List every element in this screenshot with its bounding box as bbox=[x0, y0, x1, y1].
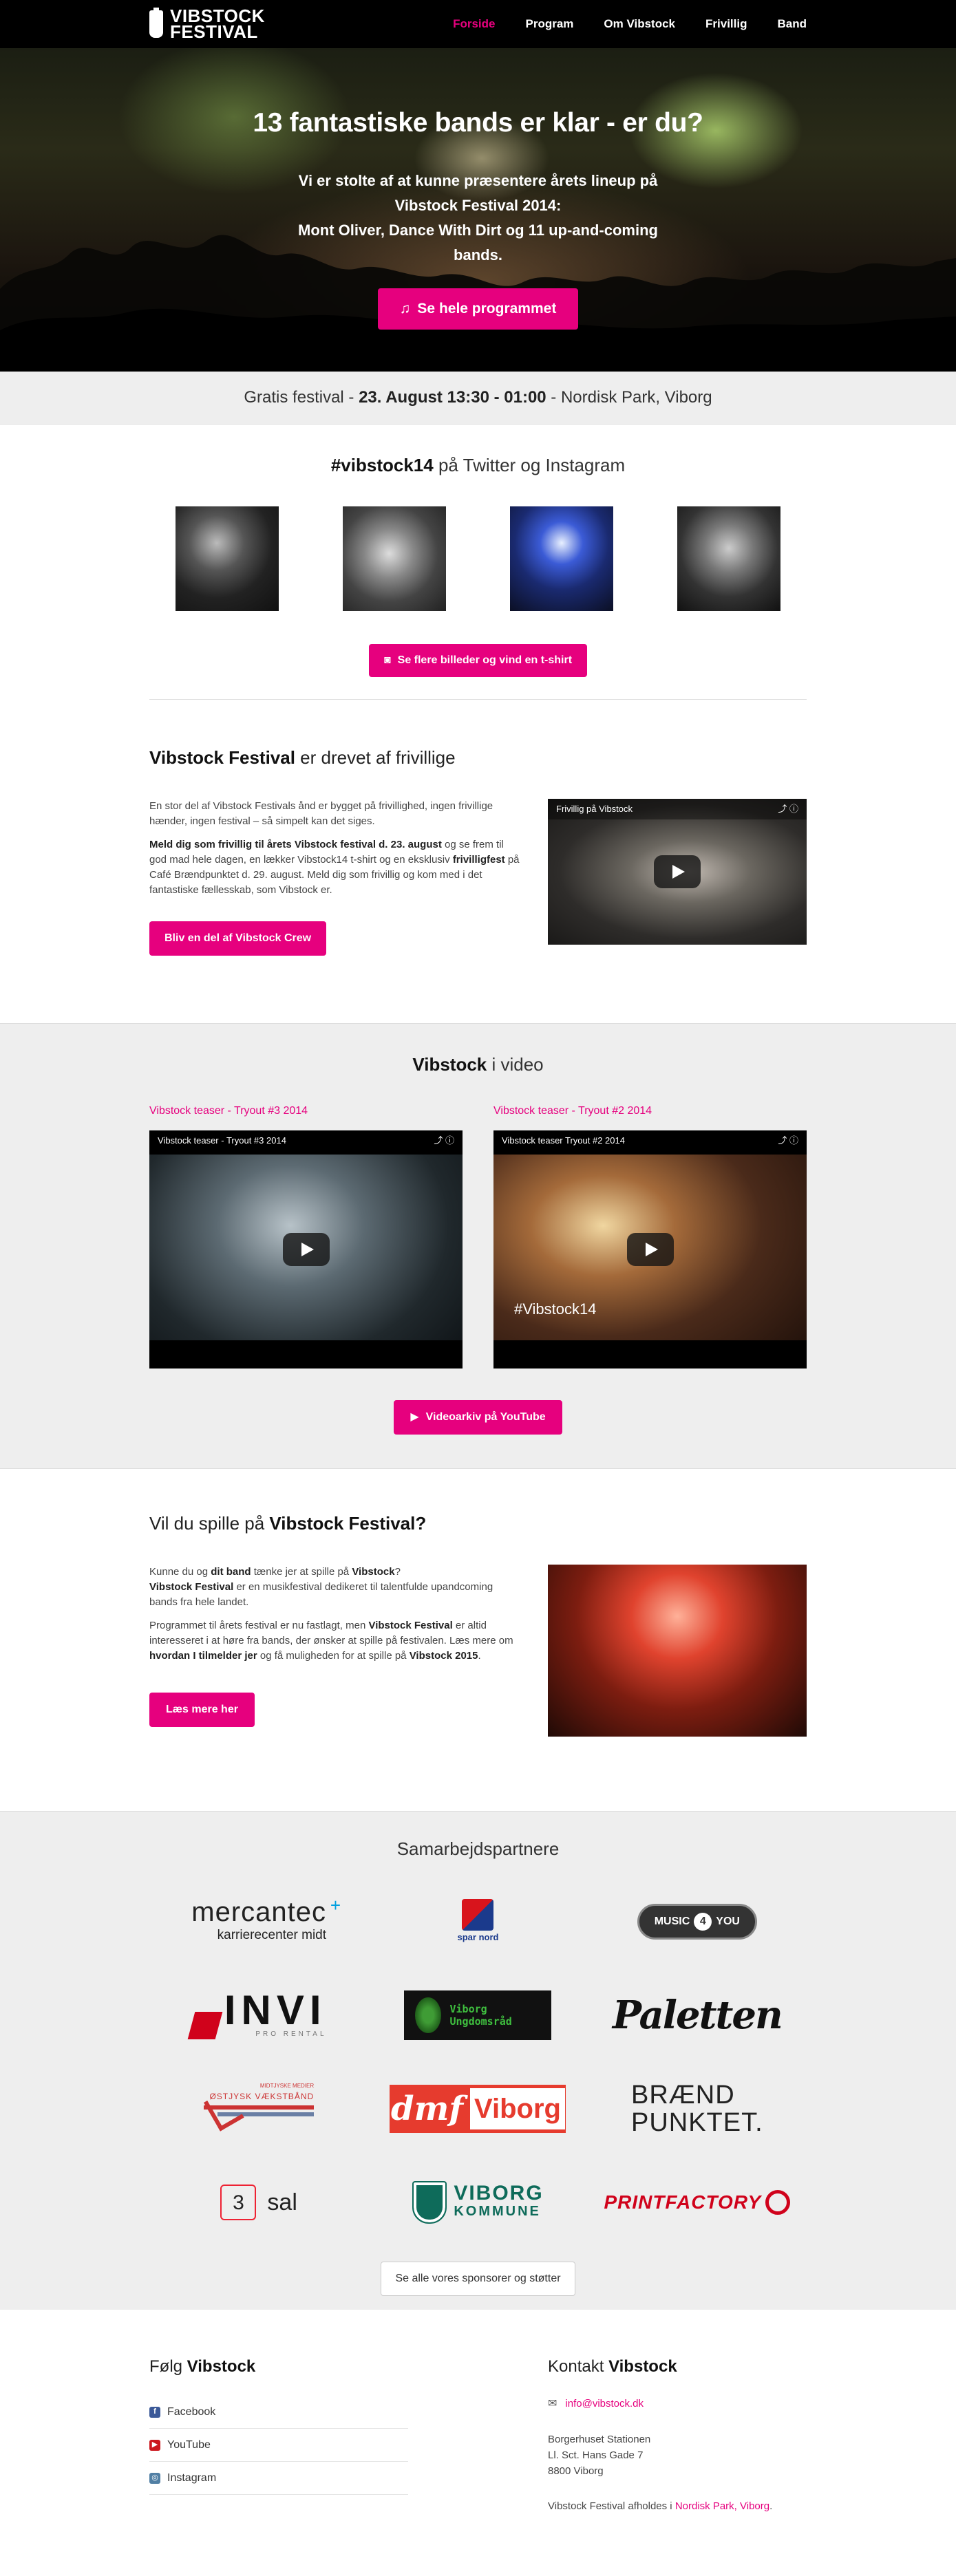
info-prefix: Gratis festival - bbox=[244, 388, 359, 407]
invi-text: INVI bbox=[224, 1986, 327, 2033]
share-info-icon[interactable]: ⤴ ⓘ bbox=[434, 1134, 454, 1148]
address-line-1: Borgerhuset Stationen bbox=[548, 2434, 651, 2445]
follow-title: Følg Vibstock bbox=[149, 2357, 256, 2376]
see-program-label: Se hele programmet bbox=[417, 300, 557, 316]
hero-section: 13 fantastiske bands er klar - er du? Vi… bbox=[0, 0, 956, 372]
instagram-photo[interactable] bbox=[677, 506, 780, 611]
spar-nord-text: spar nord bbox=[457, 1932, 499, 1943]
hero-text-line2: Mont Oliver, Dance With Dirt og 11 up-an… bbox=[298, 221, 658, 264]
venue-link[interactable]: Nordisk Park, Viborg bbox=[675, 2500, 769, 2512]
instagram-photo[interactable] bbox=[343, 506, 446, 611]
hero-text-line1: Vi er stolte af at kunne præsentere året… bbox=[298, 171, 658, 214]
main-menu: Forside Program Om Vibstock Frivillig Ba… bbox=[453, 15, 807, 33]
address-line-2: Ll. Sct. Hans Gade 7 bbox=[548, 2449, 644, 2461]
video-player-tryout2[interactable]: Vibstock teaser Tryout #2 2014 ⤴ ⓘ #Vibst… bbox=[493, 1130, 807, 1368]
partners-section: Samarbejdspartnere mercantec + karrierece… bbox=[0, 1811, 956, 2310]
play-icon[interactable] bbox=[282, 1233, 330, 1266]
partner-logo-music-4-you[interactable]: MUSIC 4 YOU bbox=[588, 1889, 807, 1955]
volunteer-paragraph-2: Meld dig som frivillig til årets Vibstoc… bbox=[149, 839, 520, 896]
join-crew-button[interactable]: Bliv en del af Vibstock Crew bbox=[149, 921, 327, 956]
partner-logo-ostjysk-vaekstband[interactable]: MIDTJYSKE MEDIER ØSTJYSK VÆKSTBÅND bbox=[149, 2076, 368, 2142]
music-note-icon: ♫ bbox=[399, 300, 411, 316]
partner-logo-dmf-viborg[interactable]: dmf Viborg bbox=[368, 2076, 587, 2142]
venue-note: Vibstock Festival afholdes i Nordisk Par… bbox=[548, 2500, 773, 2512]
concert-stage-image bbox=[548, 1565, 807, 1737]
footer: Følg Vibstock f Facebook ▶ YouTube ◎ Instag… bbox=[149, 2310, 807, 2514]
instagram-icon: ◎ bbox=[149, 2472, 160, 2484]
read-more-button[interactable]: Læs mere her bbox=[149, 1693, 255, 1727]
all-sponsors-button[interactable]: Se alle vores sponsorer og støtter bbox=[381, 2262, 575, 2296]
nav-item-program[interactable]: Program bbox=[525, 15, 573, 33]
volunteer-title: Vibstock Festival er drevet af frivillig… bbox=[149, 747, 456, 768]
play-paragraph-2: Programmet til årets festival er nu fast… bbox=[149, 1620, 513, 1662]
instagram-photo[interactable] bbox=[176, 506, 279, 611]
play-icon[interactable] bbox=[626, 1233, 674, 1266]
partner-logo-braendpunktet[interactable]: BRÆND PUNKTET. bbox=[588, 2076, 807, 2142]
contact-title: Kontakt Vibstock bbox=[548, 2357, 677, 2376]
video-section: Vibstock i video Vibstock teaser - Tryou… bbox=[0, 1023, 956, 1469]
partner-logo-spar-nord[interactable]: spar nord bbox=[368, 1889, 587, 1955]
video-hashtag: #Vibstock14 bbox=[514, 1300, 597, 1318]
contact-email-link[interactable]: info@vibstock.dk bbox=[565, 2396, 644, 2412]
youtube-archive-button[interactable]: ▶ Videoarkiv på YouTube bbox=[394, 1400, 562, 1435]
mercantec-text: mercantec bbox=[191, 1896, 327, 1927]
nav-item-om-vibstock[interactable]: Om Vibstock bbox=[604, 15, 675, 33]
partner-logo-3-sal[interactable]: 3 sal bbox=[149, 2169, 368, 2235]
nav-item-frivillig[interactable]: Frivillig bbox=[705, 15, 747, 33]
partner-logo-invi[interactable]: INVI PRO RENTAL bbox=[149, 1982, 368, 2048]
partner-logo-viborg-ungdomsraad[interactable]: Viborg Ungdomsråd bbox=[368, 1982, 587, 2048]
play-at-festival-section: Vil du spille på Vibstock Festival? Kunn… bbox=[149, 1469, 807, 1811]
more-photos-button[interactable]: ◙ Se flere billeder og vind en t-shirt bbox=[368, 644, 588, 677]
video-title: Frivillig på Vibstock bbox=[556, 804, 633, 815]
top-navbar: VIBSTOCK FESTIVAL Forside Program Om Vib… bbox=[0, 0, 956, 48]
footer-link-facebook[interactable]: f Facebook bbox=[149, 2396, 408, 2429]
video-player-tryout3[interactable]: Vibstock teaser - Tryout #3 2014 ⤴ ⓘ bbox=[149, 1130, 463, 1368]
volunteer-paragraph-1: En stor del af Vibstock Festivals ånd er… bbox=[149, 800, 493, 827]
info-suffix: - Nordisk Park, Viborg bbox=[546, 388, 712, 407]
see-program-button[interactable]: ♫ Se hele programmet bbox=[377, 288, 579, 330]
partner-logo-paletten[interactable]: Paletten bbox=[588, 1982, 807, 2048]
nav-item-forside[interactable]: Forside bbox=[453, 15, 495, 33]
youtube-icon: ▶ bbox=[149, 2439, 160, 2451]
video-link-tryout3[interactable]: Vibstock teaser - Tryout #3 2014 bbox=[149, 1103, 463, 1119]
footer-link-youtube[interactable]: ▶ YouTube bbox=[149, 2429, 408, 2462]
mercantec-sub: karrierecenter midt bbox=[217, 1927, 327, 1942]
video-section-title: Vibstock i video bbox=[412, 1054, 544, 1075]
video-link-tryout2[interactable]: Vibstock teaser - Tryout #2 2014 bbox=[493, 1103, 807, 1119]
share-info-icon[interactable]: ⤴ ⓘ bbox=[778, 802, 798, 816]
partner-logo-printfactory[interactable]: PRINTFACTORY bbox=[588, 2169, 807, 2235]
site-logo[interactable]: VIBSTOCK FESTIVAL bbox=[149, 7, 265, 42]
volunteer-video[interactable]: Frivillig på Vibstock ⤴ ⓘ bbox=[548, 799, 807, 945]
video-title: Vibstock teaser - Tryout #3 2014 bbox=[158, 1135, 286, 1146]
logo-line2: FESTIVAL bbox=[170, 21, 258, 42]
play-paragraph-1: Kunne du og dit band tænke jer at spille… bbox=[149, 1566, 493, 1608]
camera-icon: ◙ bbox=[383, 654, 391, 666]
more-photos-label: Se flere billeder og vind en t-shirt bbox=[397, 654, 573, 666]
nav-item-band[interactable]: Band bbox=[778, 15, 807, 33]
video-title: Vibstock teaser Tryout #2 2014 bbox=[502, 1135, 625, 1146]
volunteer-section: Vibstock Festival er drevet af frivillig… bbox=[149, 700, 807, 1023]
social-title: #vibstock14 på Twitter og Instagram bbox=[330, 455, 626, 475]
play-icon[interactable] bbox=[654, 855, 701, 888]
envelope-icon: ✉ bbox=[548, 2398, 557, 2409]
instagram-photo[interactable] bbox=[510, 506, 613, 611]
partner-logo-mercantec[interactable]: mercantec + karrierecenter midt bbox=[149, 1889, 368, 1955]
play-title: Vil du spille på Vibstock Festival? bbox=[149, 1513, 427, 1534]
youtube-archive-label: Videoarkiv på YouTube bbox=[425, 1411, 546, 1423]
bottle-logo-icon bbox=[149, 8, 163, 38]
hero-title: 13 fantastiske bands er klar - er du? bbox=[253, 108, 703, 138]
festival-info-bar: Gratis festival - 23. August 13:30 - 01:… bbox=[0, 372, 956, 425]
info-datetime: 23. August 13:30 - 01:00 bbox=[359, 388, 546, 407]
facebook-icon: f bbox=[149, 2406, 160, 2418]
share-info-icon[interactable]: ⤴ ⓘ bbox=[778, 1134, 798, 1148]
paletten-text: Paletten bbox=[612, 1993, 783, 2038]
address-line-3: 8800 Viborg bbox=[548, 2465, 604, 2477]
youtube-icon: ▶ bbox=[410, 1411, 419, 1423]
footer-link-instagram[interactable]: ◎ Instagram bbox=[149, 2462, 408, 2495]
partners-title: Samarbejdspartnere bbox=[396, 1838, 560, 1859]
partner-logo-viborg-kommune[interactable]: VIBORG KOMMUNE bbox=[368, 2169, 587, 2235]
social-photos-section: #vibstock14 på Twitter og Instagram ◙ Se… bbox=[149, 425, 807, 700]
